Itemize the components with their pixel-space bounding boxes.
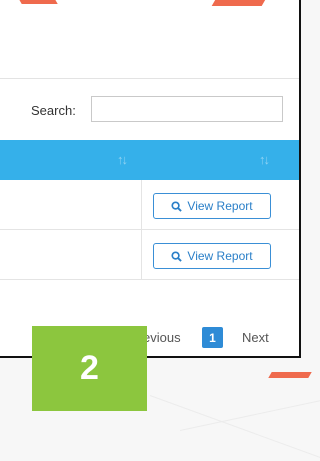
view-report-button[interactable]: View Report [153, 243, 271, 269]
search-icon [171, 250, 183, 262]
column-divider [141, 230, 142, 279]
sort-icon[interactable]: ↑↓ [117, 152, 128, 167]
column-divider [141, 180, 142, 229]
view-report-label: View Report [187, 199, 253, 213]
view-report-button[interactable]: View Report [153, 193, 271, 219]
search-bar: Search: [0, 96, 299, 124]
search-input[interactable] [91, 96, 283, 122]
table-header: ↑↓ ↑↓ [0, 140, 299, 180]
next-page-link[interactable]: Next [242, 330, 269, 345]
sort-icon[interactable]: ↑↓ [259, 152, 270, 167]
view-report-label: View Report [187, 249, 253, 263]
search-icon [171, 200, 183, 212]
table-row: View Report [0, 230, 299, 280]
panel-header [0, 0, 299, 79]
step-number-badge: 2 [32, 326, 147, 411]
current-page-button[interactable]: 1 [202, 327, 223, 348]
previous-page-link[interactable]: evious [143, 330, 181, 345]
table-row: View Report [0, 180, 299, 230]
decorative-accent-bottom [268, 372, 312, 378]
search-label: Search: [31, 103, 76, 118]
report-list-panel: Search: ↑↓ ↑↓ View Report View Report ev… [0, 0, 301, 358]
